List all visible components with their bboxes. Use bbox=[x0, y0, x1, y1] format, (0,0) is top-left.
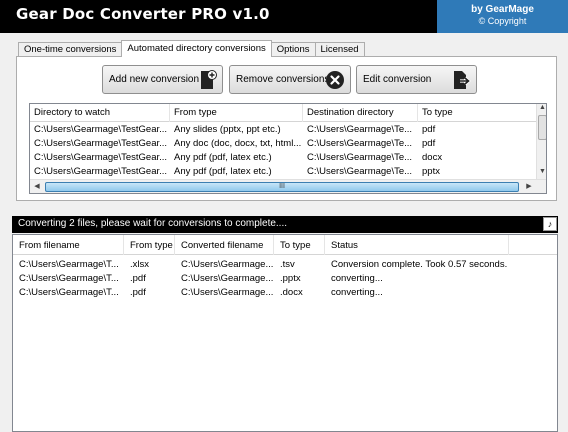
tab-licensed[interactable]: Licensed bbox=[314, 42, 365, 57]
cell-destination: C:\Users\Gearmage\Te... bbox=[307, 152, 413, 163]
scroll-left-arrow-icon[interactable]: ◀ bbox=[31, 181, 43, 193]
brand-copyright: © Copyright bbox=[478, 16, 527, 26]
cell-from-type: Any pdf (pdf, latex etc.) bbox=[174, 152, 272, 163]
tab-one-time-conversions[interactable]: One-time conversions bbox=[18, 42, 123, 57]
table-header: Directory to watch From type Destination… bbox=[30, 104, 536, 122]
file-export-icon bbox=[454, 71, 471, 89]
tab-strip: One-time conversions Automated directory… bbox=[18, 40, 365, 57]
column-from-type[interactable]: From type bbox=[170, 104, 303, 122]
brand-name: by GearMage bbox=[471, 4, 534, 15]
table-row[interactable]: C:\Users\Gearmage\T... .pdf C:\Users\Gea… bbox=[13, 272, 557, 286]
column-directory-to-watch[interactable]: Directory to watch bbox=[30, 104, 170, 122]
title-bar: Gear Doc Converter PRO v1.0 by GearMage … bbox=[0, 0, 568, 33]
table-row[interactable]: C:\Users\Gearmage\TestGear... Any pdf (p… bbox=[30, 165, 536, 179]
column-to-type[interactable]: To type bbox=[274, 235, 325, 255]
cell-status: Conversion complete. Took 0.57 seconds. bbox=[331, 259, 508, 270]
column-converted-filename[interactable]: Converted filename bbox=[175, 235, 274, 255]
edit-conversion-button[interactable]: Edit conversion bbox=[356, 65, 477, 94]
cell-from-type: Any slides (pptx, ppt etc.) bbox=[174, 124, 281, 135]
table-row[interactable]: C:\Users\Gearmage\TestGear... Any pdf (p… bbox=[30, 151, 536, 165]
add-conversion-label: Add new conversion bbox=[109, 74, 200, 85]
conversions-table: From filename From type Converted filena… bbox=[12, 234, 558, 432]
file-plus-icon bbox=[201, 70, 217, 89]
cell-converted-filename: C:\Users\Gearmage... bbox=[181, 273, 274, 284]
column-from-filename[interactable]: From filename bbox=[13, 235, 124, 255]
cell-from-type: .xlsx bbox=[130, 259, 149, 270]
scroll-up-arrow-icon[interactable]: ▲ bbox=[537, 104, 546, 114]
cell-directory: C:\Users\Gearmage\TestGear... bbox=[34, 152, 168, 163]
column-destination-directory[interactable]: Destination directory bbox=[303, 104, 418, 122]
add-conversion-button[interactable]: Add new conversion bbox=[102, 65, 223, 94]
cell-destination: C:\Users\Gearmage\Te... bbox=[307, 124, 413, 135]
edit-conversion-label: Edit conversion bbox=[363, 74, 432, 85]
tab-options[interactable]: Options bbox=[270, 42, 316, 57]
cell-from-filename: C:\Users\Gearmage\T... bbox=[19, 259, 119, 270]
table-row[interactable]: C:\Users\Gearmage\T... .pdf C:\Users\Gea… bbox=[13, 286, 557, 300]
table-row[interactable]: C:\Users\Gearmage\T... .xlsx C:\Users\Ge… bbox=[13, 258, 557, 272]
table-header: From filename From type Converted filena… bbox=[13, 235, 557, 255]
cell-directory: C:\Users\Gearmage\TestGear... bbox=[34, 166, 168, 177]
brand-logo: by GearMage © Copyright bbox=[437, 0, 568, 33]
cell-converted-filename: C:\Users\Gearmage... bbox=[181, 259, 274, 270]
cell-to-type: .docx bbox=[280, 287, 303, 298]
cell-from-filename: C:\Users\Gearmage\T... bbox=[19, 273, 119, 284]
column-from-type[interactable]: From type bbox=[124, 235, 175, 255]
directory-watch-table: Directory to watch From type Destination… bbox=[29, 103, 547, 194]
scroll-down-arrow-icon[interactable]: ▼ bbox=[537, 168, 546, 178]
cell-status: converting... bbox=[331, 273, 383, 284]
cell-converted-filename: C:\Users\Gearmage... bbox=[181, 287, 274, 298]
cell-directory: C:\Users\Gearmage\TestGear... bbox=[34, 138, 168, 149]
cell-to-type: pptx bbox=[422, 166, 440, 177]
cell-destination: C:\Users\Gearmage\Te... bbox=[307, 166, 413, 177]
vertical-scrollbar[interactable]: ▲ ▼ bbox=[536, 104, 546, 179]
remove-conversions-button[interactable]: Remove conversions bbox=[229, 65, 351, 94]
cell-to-type: .pptx bbox=[280, 273, 301, 284]
cell-from-filename: C:\Users\Gearmage\T... bbox=[19, 287, 119, 298]
automated-conversions-panel: Add new conversion Remove conversions Ed… bbox=[16, 56, 557, 201]
remove-conversions-label: Remove conversions bbox=[236, 74, 330, 85]
cell-to-type: docx bbox=[422, 152, 443, 163]
cell-to-type: pdf bbox=[422, 138, 436, 149]
column-status[interactable]: Status bbox=[325, 235, 509, 255]
vertical-scroll-thumb[interactable] bbox=[538, 115, 546, 140]
status-bar: Converting 2 files, please wait for conv… bbox=[12, 216, 558, 233]
table-row[interactable]: C:\Users\Gearmage\TestGear... Any doc (d… bbox=[30, 137, 536, 151]
column-to-type[interactable]: To type bbox=[418, 104, 536, 122]
cell-status: converting... bbox=[331, 287, 383, 298]
tab-automated-directory-conversions[interactable]: Automated directory conversions bbox=[121, 40, 272, 57]
cell-directory: C:\Users\Gearmage\TestGear... bbox=[34, 124, 168, 135]
remove-x-icon bbox=[326, 71, 344, 89]
cell-from-type: Any doc (doc, docx, txt, html... bbox=[174, 138, 302, 149]
cell-to-type: pdf bbox=[422, 124, 436, 135]
table-row[interactable]: C:\Users\Gearmage\TestGear... Any slides… bbox=[30, 123, 536, 137]
horizontal-scroll-thumb[interactable]: III bbox=[45, 182, 519, 192]
cell-from-type: Any pdf (pdf, latex etc.) bbox=[174, 166, 272, 177]
cell-to-type: .tsv bbox=[280, 259, 295, 270]
horizontal-scrollbar[interactable]: ◀ III ▶ bbox=[30, 179, 546, 193]
note-icon[interactable]: ♪ bbox=[543, 217, 557, 231]
cell-destination: C:\Users\Gearmage\Te... bbox=[307, 138, 413, 149]
app-title: Gear Doc Converter PRO v1.0 bbox=[16, 5, 270, 23]
status-message: Converting 2 files, please wait for conv… bbox=[18, 218, 288, 229]
scroll-right-arrow-icon[interactable]: ▶ bbox=[523, 181, 535, 193]
cell-from-type: .pdf bbox=[130, 273, 146, 284]
cell-from-type: .pdf bbox=[130, 287, 146, 298]
